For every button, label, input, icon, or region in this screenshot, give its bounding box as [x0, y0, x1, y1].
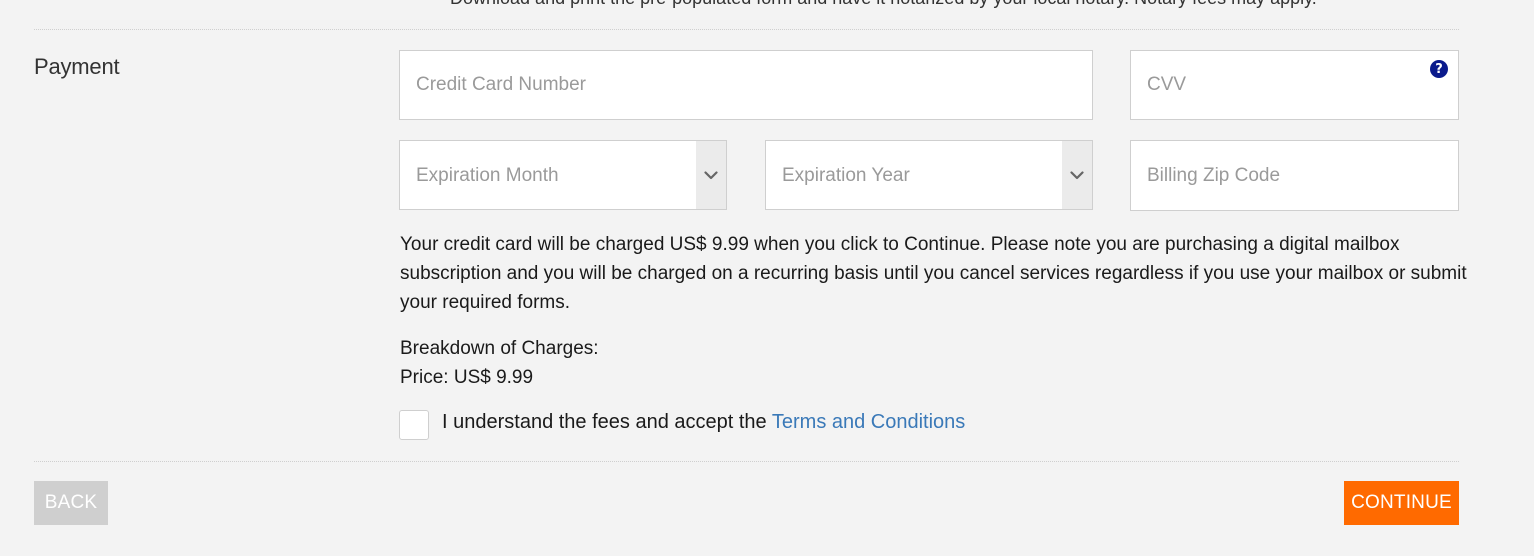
cvv-field-wrapper: ? [1130, 50, 1459, 120]
card-number-input[interactable] [400, 51, 1092, 119]
bottom-divider [34, 461, 1459, 462]
expiration-month-select[interactable]: Expiration Month [399, 140, 727, 210]
expiration-year-select[interactable]: Expiration Year [765, 140, 1093, 210]
notary-note: Download and print the pre-populated for… [450, 0, 1317, 9]
payment-section-label: Payment [34, 54, 120, 79]
expiration-year-value: Expiration Year [782, 165, 910, 186]
accept-terms-checkbox[interactable] [399, 410, 429, 440]
payment-page: Download and print the pre-populated for… [0, 0, 1534, 556]
question-circle-icon[interactable]: ? [1430, 60, 1448, 78]
billing-zip-field-wrapper [1130, 140, 1459, 211]
breakdown-heading: Breakdown of Charges: [400, 338, 599, 359]
terms-and-conditions-link[interactable]: Terms and Conditions [772, 411, 965, 433]
price-line: Price: US$ 9.99 [400, 367, 534, 388]
terms-text: I understand the fees and accept the [442, 411, 772, 433]
expiration-month-value: Expiration Month [416, 165, 559, 186]
card-number-field-wrapper [399, 50, 1093, 120]
back-button[interactable]: BACK [34, 481, 108, 525]
chevron-down-icon [696, 141, 726, 209]
terms-label: I understand the fees and accept the Ter… [442, 411, 965, 434]
top-divider [34, 29, 1459, 30]
chevron-down-icon [1062, 141, 1092, 209]
charges-breakdown: Breakdown of Charges: Price: US$ 9.99 [400, 334, 599, 392]
continue-button[interactable]: CONTINUE [1344, 481, 1459, 525]
billing-zip-input[interactable] [1131, 141, 1458, 210]
charge-notice: Your credit card will be charged US$ 9.9… [400, 234, 1467, 313]
cvv-input[interactable] [1131, 51, 1458, 119]
